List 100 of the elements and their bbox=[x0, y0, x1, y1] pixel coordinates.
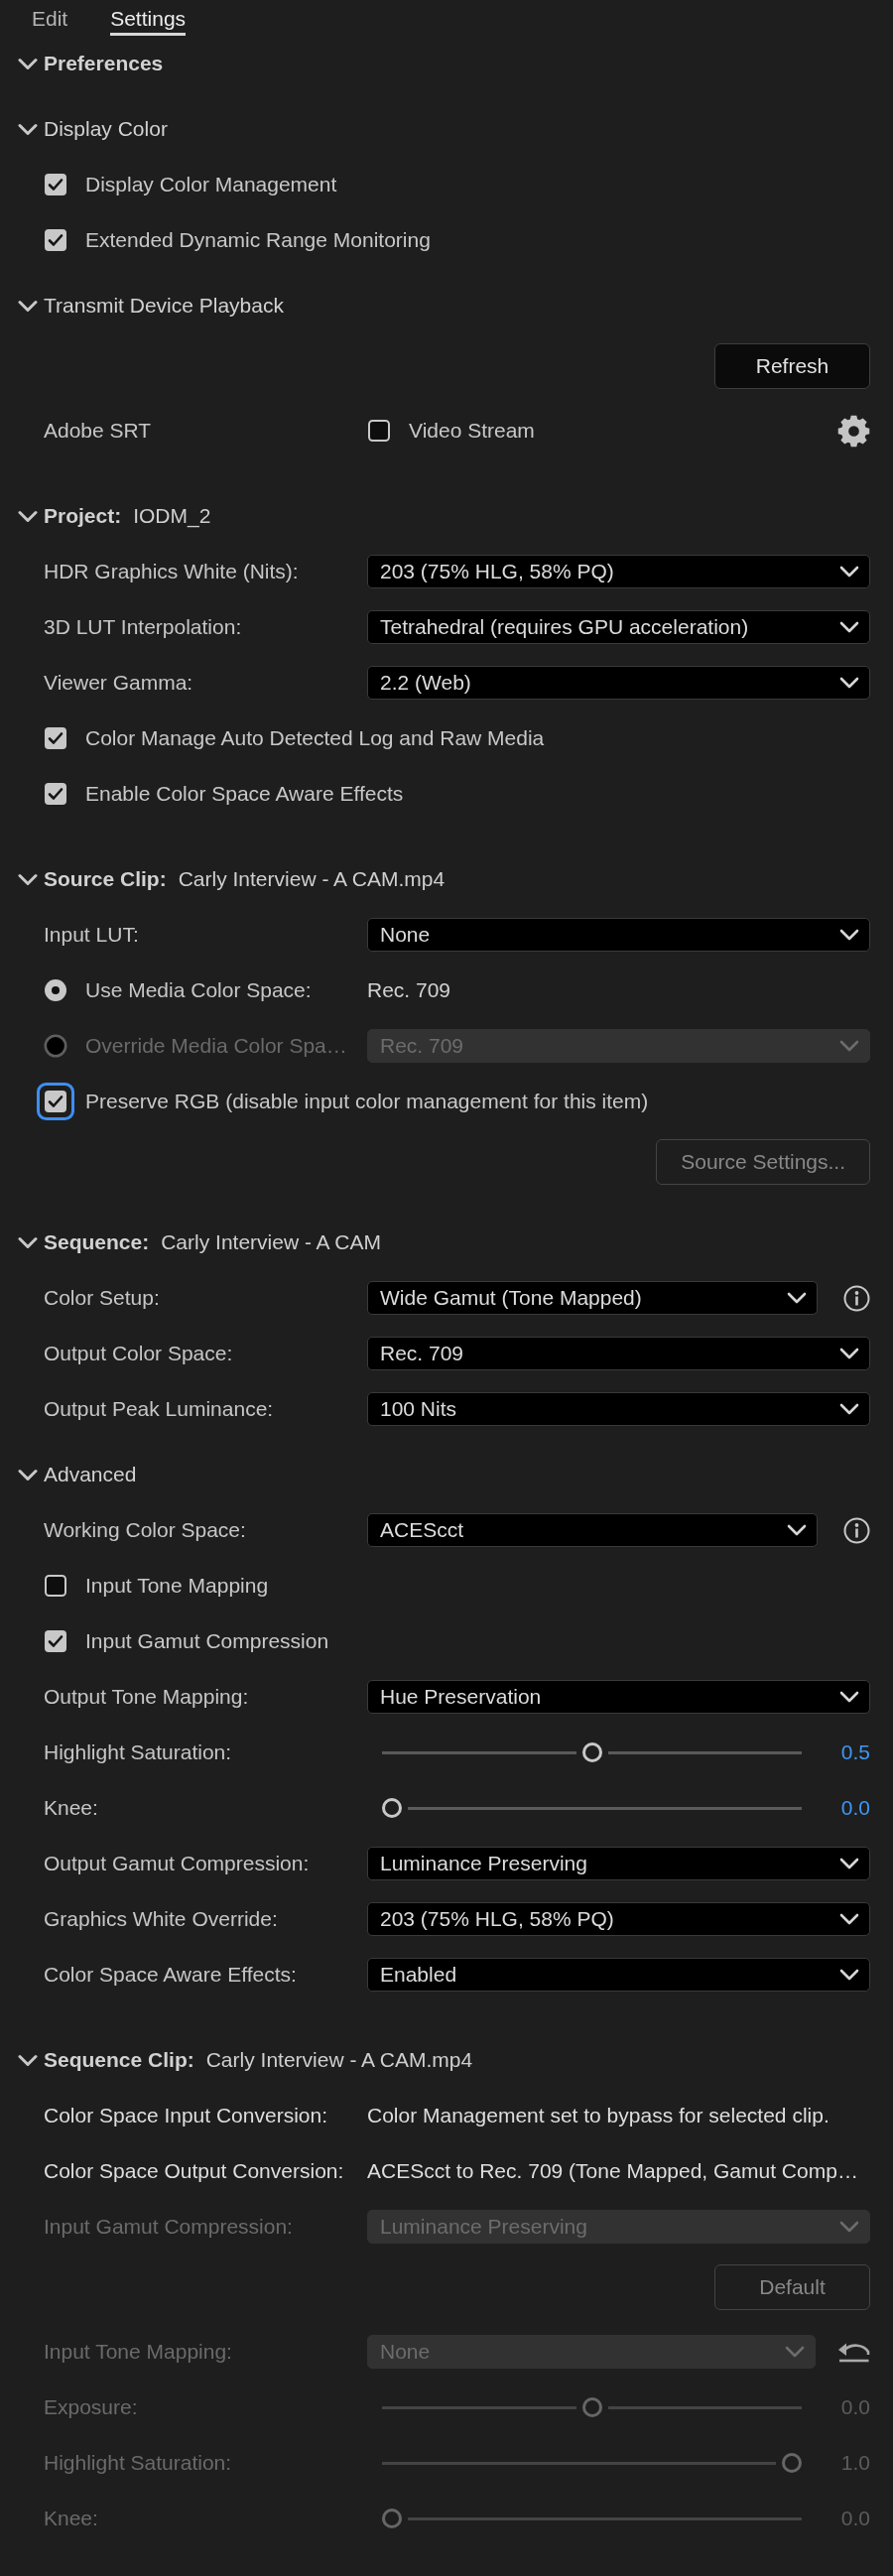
checkbox-label: Display Color Management bbox=[85, 172, 337, 198]
field-label: Input Gamut Compression: bbox=[44, 2214, 294, 2241]
checkbox-label: Video Stream bbox=[409, 418, 535, 445]
chevron-icon bbox=[839, 1913, 859, 1925]
dropdown[interactable]: None bbox=[367, 918, 870, 952]
field-label: Viewer Gamma: bbox=[44, 670, 194, 697]
radio-button[interactable] bbox=[44, 978, 67, 1002]
dropdown[interactable]: Rec. 709 bbox=[367, 1337, 870, 1370]
chevron-icon bbox=[839, 566, 859, 578]
dropdown[interactable]: Tetrahedral (requires GPU acceleration) bbox=[367, 610, 870, 644]
field-value: Rec. 709 bbox=[367, 977, 451, 1004]
dropdown[interactable]: 2.2 (Web) bbox=[367, 666, 870, 700]
section-title[interactable]: Sequence Clip: bbox=[44, 2044, 194, 2076]
field-label: Input LUT: bbox=[44, 922, 140, 949]
field-label: Output Tone Mapping: bbox=[44, 1684, 250, 1711]
field-label: Input Tone Mapping: bbox=[44, 2339, 233, 2366]
info-value: Color Management set to bypass for selected clip. bbox=[367, 2103, 829, 2129]
chevron-icon[interactable] bbox=[18, 57, 38, 70]
info-label: Color Space Input Conversion: bbox=[44, 2103, 328, 2129]
dropdown[interactable]: Luminance Preserving bbox=[367, 1847, 870, 1880]
info-label: Color Space Output Conversion: bbox=[44, 2158, 345, 2185]
checkbox[interactable] bbox=[44, 173, 67, 196]
slider-thumb[interactable] bbox=[382, 1798, 402, 1818]
section-title[interactable]: Project: bbox=[44, 500, 122, 532]
slider-value: 0.0 bbox=[839, 2394, 870, 2421]
slider-value: 0.5 bbox=[839, 1739, 870, 1766]
dropdown[interactable]: ACEScct bbox=[367, 1513, 818, 1547]
field-label: Output Color Space: bbox=[44, 1341, 234, 1367]
chevron-icon bbox=[839, 1969, 859, 1981]
chevron-icon bbox=[839, 621, 859, 633]
dropdown[interactable]: Wide Gamut (Tone Mapped) bbox=[367, 1281, 818, 1315]
checkbox-label: Enable Color Space Aware Effects bbox=[85, 781, 404, 808]
info-value: ACEScct to Rec. 709 (Tone Mapped, Gamut Comp… bbox=[367, 2158, 858, 2185]
dropdown[interactable]: Hue Preservation bbox=[367, 1680, 870, 1714]
field-label: Graphics White Override: bbox=[44, 1906, 279, 1933]
dropdown[interactable]: 203 (75% HLG, 58% PQ) bbox=[367, 555, 870, 588]
field-label: HDR Graphics White (Nits): bbox=[44, 559, 300, 585]
radio-label: Override Media Color Spa… bbox=[85, 1033, 348, 1060]
field-label: Knee: bbox=[44, 1795, 99, 1822]
dropdown[interactable]: 100 Nits bbox=[367, 1392, 870, 1426]
section-title[interactable]: Transmit Device Playback bbox=[44, 290, 284, 322]
dropdown[interactable]: 203 (75% HLG, 58% PQ) bbox=[367, 1902, 870, 1936]
field-label: 3D LUT Interpolation: bbox=[44, 614, 243, 641]
chevron-icon bbox=[839, 1040, 859, 1052]
dropdown[interactable]: Enabled bbox=[367, 1958, 870, 1992]
chevron-icon[interactable] bbox=[18, 299, 38, 313]
tab[interactable]: Edit bbox=[32, 5, 68, 36]
slider-track[interactable] bbox=[382, 1741, 802, 1763]
slider-thumb[interactable] bbox=[581, 1742, 602, 1762]
chevron-icon[interactable] bbox=[18, 509, 38, 523]
section-title[interactable]: Sequence: bbox=[44, 1226, 150, 1258]
chevron-icon bbox=[839, 677, 859, 689]
checkbox[interactable] bbox=[37, 1083, 74, 1120]
chevron-icon[interactable] bbox=[18, 122, 38, 136]
field-label: Exposure: bbox=[44, 2394, 139, 2421]
chevron-icon bbox=[839, 1691, 859, 1703]
field-label: Output Peak Luminance: bbox=[44, 1396, 275, 1423]
section-title[interactable]: Display Color bbox=[44, 113, 168, 145]
checkbox[interactable] bbox=[44, 228, 67, 252]
checkbox-label: Input Tone Mapping bbox=[85, 1573, 269, 1600]
field-label: Highlight Saturation: bbox=[44, 1739, 233, 1766]
chevron-icon[interactable] bbox=[18, 1235, 38, 1249]
section-title[interactable]: Preferences bbox=[44, 48, 164, 79]
tab[interactable]: Settings bbox=[110, 5, 187, 36]
checkbox[interactable] bbox=[44, 1629, 67, 1653]
field-label: Color Setup: bbox=[44, 1285, 161, 1312]
chevron-icon[interactable] bbox=[18, 1468, 38, 1481]
checkbox[interactable] bbox=[44, 782, 67, 806]
section-title[interactable]: Advanced bbox=[44, 1459, 137, 1490]
action-button[interactable]: Refresh bbox=[714, 343, 870, 389]
gear-icon[interactable] bbox=[837, 414, 870, 448]
chevron-icon bbox=[839, 2221, 859, 2233]
info-icon[interactable] bbox=[843, 1284, 870, 1312]
field-label: Knee: bbox=[44, 2506, 99, 2532]
chevron-icon bbox=[785, 2346, 805, 2358]
checkbox[interactable] bbox=[44, 726, 67, 750]
chevron-icon bbox=[839, 1348, 859, 1359]
info-icon[interactable] bbox=[843, 1516, 870, 1544]
chevron-icon[interactable] bbox=[18, 872, 38, 886]
chevron-icon bbox=[787, 1524, 807, 1536]
chevron-icon bbox=[839, 1403, 859, 1415]
slider-value: 0.0 bbox=[839, 1795, 870, 1822]
chevron-icon bbox=[839, 1858, 859, 1869]
chevron-icon bbox=[787, 1292, 807, 1304]
section-value: Carly Interview - A CAM.mp4 bbox=[178, 866, 446, 893]
radio-label: Use Media Color Space: bbox=[85, 977, 313, 1004]
checkbox-label: Color Manage Auto Detected Log and Raw Media bbox=[85, 725, 545, 752]
field-label: Highlight Saturation: bbox=[44, 2450, 233, 2477]
section-value: Carly Interview - A CAM bbox=[161, 1229, 381, 1256]
slider-value: 0.0 bbox=[839, 2506, 870, 2532]
chevron-icon[interactable] bbox=[18, 2053, 38, 2067]
field-label: Color Space Aware Effects: bbox=[44, 1962, 298, 1989]
section-value: IODM_2 bbox=[133, 503, 211, 530]
section-title[interactable]: Source Clip: bbox=[44, 863, 167, 895]
slider-track[interactable] bbox=[382, 1797, 802, 1819]
checkbox-label: Preserve RGB (disable input color management for this item) bbox=[85, 1089, 649, 1115]
field-label: Output Gamut Compression: bbox=[44, 1851, 311, 1877]
checkbox-label: Extended Dynamic Range Monitoring bbox=[85, 227, 431, 254]
checkbox[interactable] bbox=[367, 419, 391, 443]
checkbox[interactable] bbox=[44, 1574, 67, 1598]
